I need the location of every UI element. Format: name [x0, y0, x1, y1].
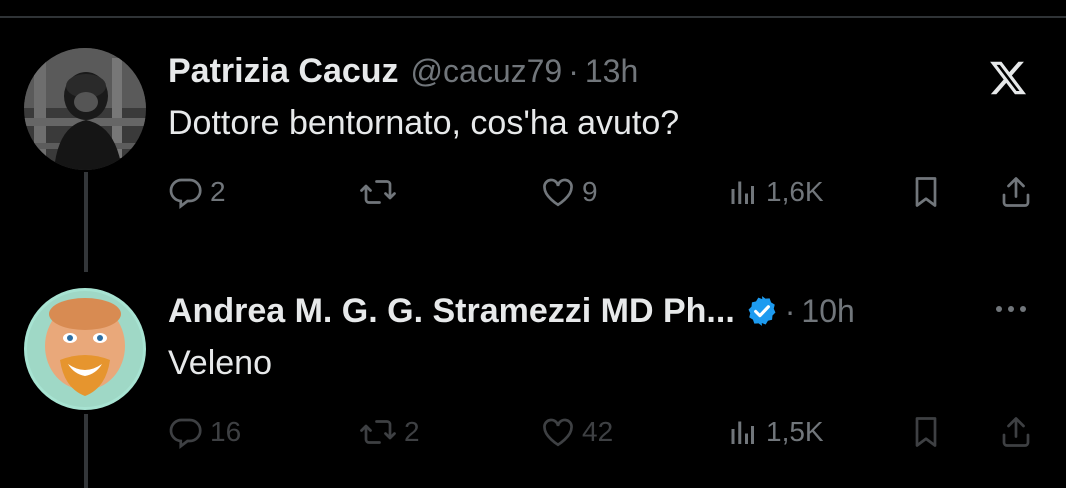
reply-count: 2: [210, 176, 226, 207]
retweet-button[interactable]: [358, 170, 404, 214]
views-button[interactable]: 1,5K: [724, 410, 824, 454]
x-logo-icon: [988, 58, 1028, 98]
tweet-text: Dottore bentornato, cos'ha avuto?: [168, 104, 680, 142]
avatar[interactable]: [24, 48, 146, 170]
avatar[interactable]: [24, 288, 146, 410]
user-handle[interactable]: @cacuz79: [411, 53, 563, 90]
retweet-icon: [360, 420, 396, 444]
like-count: 9: [582, 176, 598, 207]
views-icon: [731, 181, 754, 204]
more-options-button[interactable]: [996, 294, 1026, 324]
reply-button[interactable]: 16: [168, 410, 241, 454]
timestamp[interactable]: 13h: [585, 53, 638, 90]
views-count: 1,6K: [766, 176, 824, 207]
bookmark-icon: [915, 417, 937, 447]
retweet-icon: [360, 180, 396, 204]
like-count: 42: [582, 416, 614, 447]
thread-line: [84, 414, 88, 488]
reply-icon: [169, 178, 202, 210]
tweet-header: Andrea M. G. G. Stramezzi MD Ph... · 10h: [168, 288, 855, 334]
views-icon: [731, 421, 754, 444]
heart-icon: [543, 178, 573, 207]
bookmark-button[interactable]: [908, 410, 944, 454]
timestamp[interactable]: 10h: [801, 293, 854, 330]
top-divider: [0, 16, 1066, 18]
thread-line: [84, 172, 88, 272]
action-bar: 16 2 42 1,5K: [168, 410, 1048, 454]
more-icon: [996, 306, 1002, 312]
tweet-text: Veleno: [168, 344, 272, 382]
bookmark-button[interactable]: [908, 170, 944, 214]
separator-dot: ·: [568, 52, 579, 89]
retweet-count: 2: [404, 416, 420, 447]
views-button[interactable]: 1,6K: [724, 170, 824, 214]
share-icon: [1002, 417, 1030, 447]
verified-badge-icon: [745, 294, 779, 328]
tweet-header: Patrizia Cacuz @cacuz79 · 13h: [168, 48, 638, 94]
share-button[interactable]: [998, 410, 1034, 454]
views-count: 1,5K: [766, 416, 824, 447]
display-name[interactable]: Patrizia Cacuz: [168, 52, 399, 91]
separator-dot: ·: [784, 292, 796, 329]
reply-button[interactable]: 2: [168, 170, 226, 214]
share-icon: [1002, 177, 1030, 207]
reply-count: 16: [210, 416, 242, 447]
like-button[interactable]: 9: [540, 170, 598, 214]
retweet-button[interactable]: 2: [358, 410, 420, 454]
display-name[interactable]: Andrea M. G. G. Stramezzi MD Ph...: [168, 292, 735, 331]
heart-icon: [543, 418, 573, 447]
like-button[interactable]: 42: [540, 410, 613, 454]
share-button[interactable]: [998, 170, 1034, 214]
action-bar: 2 9 1,6K: [168, 170, 1048, 214]
bookmark-icon: [915, 177, 937, 207]
reply-icon: [169, 418, 202, 450]
